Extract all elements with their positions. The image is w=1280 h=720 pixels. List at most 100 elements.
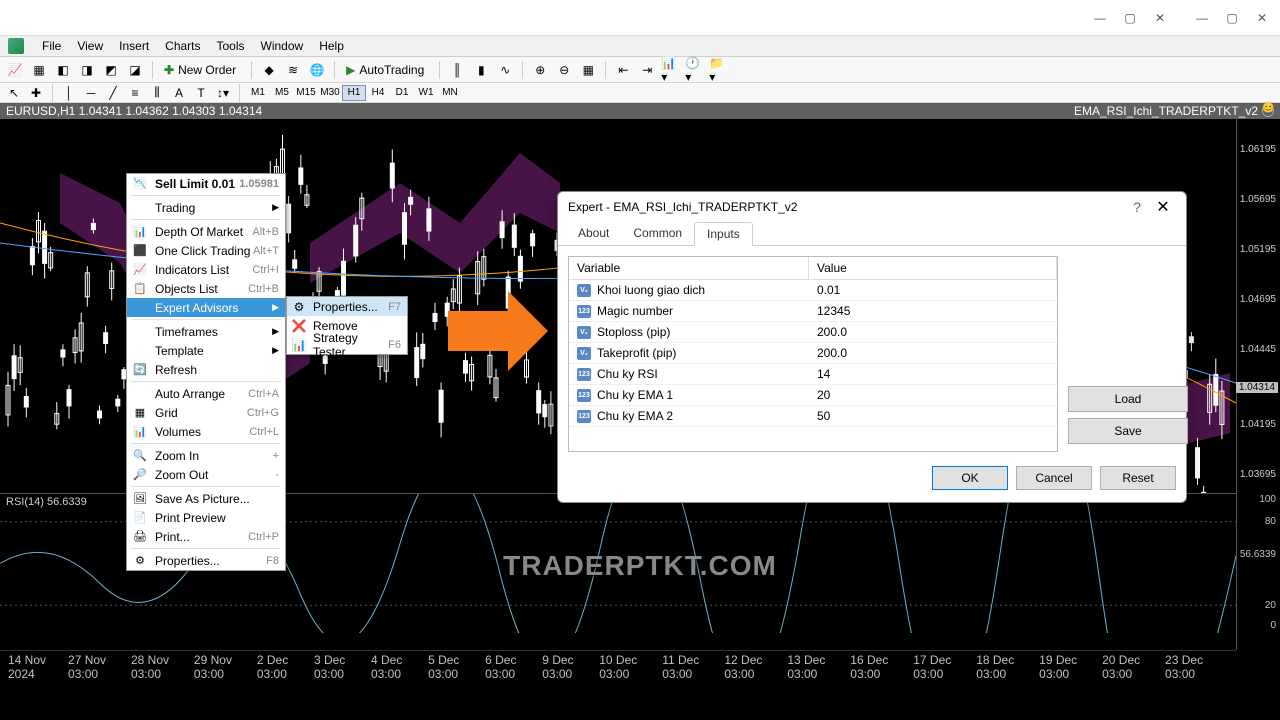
timeframe-h1[interactable]: H1 [342, 85, 366, 101]
crosshair-icon[interactable]: ✚ [26, 84, 46, 102]
menu-file[interactable]: File [34, 37, 69, 55]
toolbar-candle-icon[interactable]: ▮ [470, 59, 492, 81]
ctx-item-indicators-list[interactable]: 📈Indicators ListCtrl+I [127, 260, 285, 279]
ctx-item-objects-list[interactable]: 📋Objects ListCtrl+B [127, 279, 285, 298]
menu-view[interactable]: View [69, 37, 111, 55]
arrow-icon[interactable]: ↕▾ [213, 84, 233, 102]
window-max-icon[interactable]: ▢ [1218, 8, 1246, 28]
ctx-sell-limit[interactable]: 📉 Sell Limit 0.01 1.05981 [127, 174, 285, 193]
window-min-icon[interactable]: — [1188, 8, 1216, 28]
internal-max-icon[interactable]: ▢ [1116, 8, 1144, 28]
ctx-item-volumes[interactable]: 📊VolumesCtrl+L [127, 422, 285, 441]
table-row[interactable]: V₂Takeprofit (pip)200.0 [569, 343, 1057, 364]
xlabel: 16 Dec 03:00 [850, 653, 913, 664]
internal-close-icon[interactable]: ✕ [1146, 8, 1174, 28]
menu-insert[interactable]: Insert [111, 37, 157, 55]
hline-icon[interactable]: ─ [81, 84, 101, 102]
toolbar-signal-icon[interactable]: ≋ [282, 59, 304, 81]
toolbar-nav-icon[interactable]: ◨ [76, 59, 98, 81]
save-button[interactable]: Save [1068, 418, 1188, 444]
channel-icon[interactable]: ≡ [125, 84, 145, 102]
table-row[interactable]: 123Magic number12345 [569, 301, 1057, 322]
toolbar-meta-icon[interactable]: ◆ [258, 59, 280, 81]
fibo-icon[interactable]: ⫼ [147, 84, 167, 102]
ctx-item-trading[interactable]: Trading▶ [127, 198, 285, 217]
timeframe-m15[interactable]: M15 [294, 85, 318, 101]
table-row[interactable]: V₂Khoi luong giao dich0.01 [569, 280, 1057, 301]
toolbar-scroll-icon[interactable]: ⇥ [636, 59, 658, 81]
toolbar-ind-icon[interactable]: 📊▾ [660, 59, 682, 81]
label-icon[interactable]: T [191, 84, 211, 102]
var-value[interactable]: 14 [809, 364, 1057, 384]
var-value[interactable]: 20 [809, 385, 1057, 405]
reset-button[interactable]: Reset [1100, 466, 1176, 490]
trend-icon[interactable]: ╱ [103, 84, 123, 102]
dialog-close-icon[interactable]: ✕ [1150, 194, 1176, 220]
cancel-button[interactable]: Cancel [1016, 466, 1092, 490]
internal-min-icon[interactable]: — [1086, 8, 1114, 28]
table-row[interactable]: 123Chu ky RSI14 [569, 364, 1057, 385]
var-value[interactable]: 200.0 [809, 322, 1057, 342]
ctx-item-print-preview[interactable]: 📄Print Preview [127, 508, 285, 527]
ctx-item-print-[interactable]: 🖨Print...Ctrl+P [127, 527, 285, 546]
ctx-item-depth-of-market[interactable]: 📊Depth Of MarketAlt+B [127, 222, 285, 241]
toolbar-tester-icon[interactable]: ◪ [124, 59, 146, 81]
timeframe-mn[interactable]: MN [438, 85, 462, 101]
toolbar-bar-icon[interactable]: ║ [446, 59, 468, 81]
ctx-item-properties-[interactable]: ⚙Properties...F8 [127, 551, 285, 570]
ctx-item-grid[interactable]: ▦GridCtrl+G [127, 403, 285, 422]
dialog-help-icon[interactable]: ? [1124, 194, 1150, 220]
var-value[interactable]: 50 [809, 406, 1057, 426]
timeframe-m5[interactable]: M5 [270, 85, 294, 101]
toolbar-period-icon[interactable]: 🕐▾ [684, 59, 706, 81]
toolbar-profile-icon[interactable]: ▦ [28, 59, 50, 81]
ctx-item-refresh[interactable]: 🔄Refresh [127, 360, 285, 379]
text-icon[interactable]: A [169, 84, 189, 102]
menu-tools[interactable]: Tools [209, 37, 253, 55]
toolbar-tile-icon[interactable]: ▦ [577, 59, 599, 81]
ctx-item-save-as-picture-[interactable]: 🖼Save As Picture... [127, 489, 285, 508]
menu-help[interactable]: Help [311, 37, 352, 55]
toolbar-market-icon[interactable]: ◧ [52, 59, 74, 81]
toolbar-globe-icon[interactable]: 🌐 [306, 59, 328, 81]
var-value[interactable]: 12345 [809, 301, 1057, 321]
window-close-icon[interactable]: ✕ [1248, 8, 1276, 28]
table-row[interactable]: 123Chu ky EMA 120 [569, 385, 1057, 406]
timeframe-w1[interactable]: W1 [414, 85, 438, 101]
var-value[interactable]: 200.0 [809, 343, 1057, 363]
timeframe-d1[interactable]: D1 [390, 85, 414, 101]
timeframe-m1[interactable]: M1 [246, 85, 270, 101]
toolbar-line-icon[interactable]: ∿ [494, 59, 516, 81]
ctx-item-zoom-out[interactable]: 🔎Zoom Out- [127, 465, 285, 484]
sub-item-properties-[interactable]: ⚙Properties...F7 [287, 297, 407, 316]
toolbar-tpl-icon[interactable]: 📁▾ [708, 59, 730, 81]
ctx-item-template[interactable]: Template▶ [127, 341, 285, 360]
timeframe-m30[interactable]: M30 [318, 85, 342, 101]
toolbar-zoomin-icon[interactable]: ⊕ [529, 59, 551, 81]
menu-charts[interactable]: Charts [157, 37, 208, 55]
vline-icon[interactable]: │ [59, 84, 79, 102]
toolbar-shift-icon[interactable]: ⇤ [612, 59, 634, 81]
new-order-button[interactable]: ✚ New Order [159, 59, 245, 81]
ctx-item-expert-advisors[interactable]: Expert Advisors▶ [127, 298, 285, 317]
cursor-icon[interactable]: ↖ [4, 84, 24, 102]
tab-inputs[interactable]: Inputs [694, 222, 753, 246]
ctx-item-zoom-in[interactable]: 🔍Zoom In+ [127, 446, 285, 465]
load-button[interactable]: Load [1068, 386, 1188, 412]
tab-about[interactable]: About [566, 222, 621, 245]
sub-item-strategy-tester[interactable]: 📊Strategy TesterF6 [287, 335, 407, 354]
autotrading-button[interactable]: ▶ AutoTrading [341, 59, 433, 81]
toolbar-zoomout-icon[interactable]: ⊖ [553, 59, 575, 81]
ctx-item-timeframes[interactable]: Timeframes▶ [127, 322, 285, 341]
timeframe-h4[interactable]: H4 [366, 85, 390, 101]
ok-button[interactable]: OK [932, 466, 1008, 490]
menu-window[interactable]: Window [253, 37, 312, 55]
tab-common[interactable]: Common [621, 222, 694, 245]
toolbar-terminal-icon[interactable]: ◩ [100, 59, 122, 81]
ctx-item-auto-arrange[interactable]: Auto ArrangeCtrl+A [127, 384, 285, 403]
table-row[interactable]: V₂Stoploss (pip)200.0 [569, 322, 1057, 343]
table-row[interactable]: 123Chu ky EMA 250 [569, 406, 1057, 427]
ctx-item-one-click-trading[interactable]: ⬛One Click TradingAlt+T [127, 241, 285, 260]
var-value[interactable]: 0.01 [809, 280, 1057, 300]
toolbar-chart-icon[interactable]: 📈 [4, 59, 26, 81]
